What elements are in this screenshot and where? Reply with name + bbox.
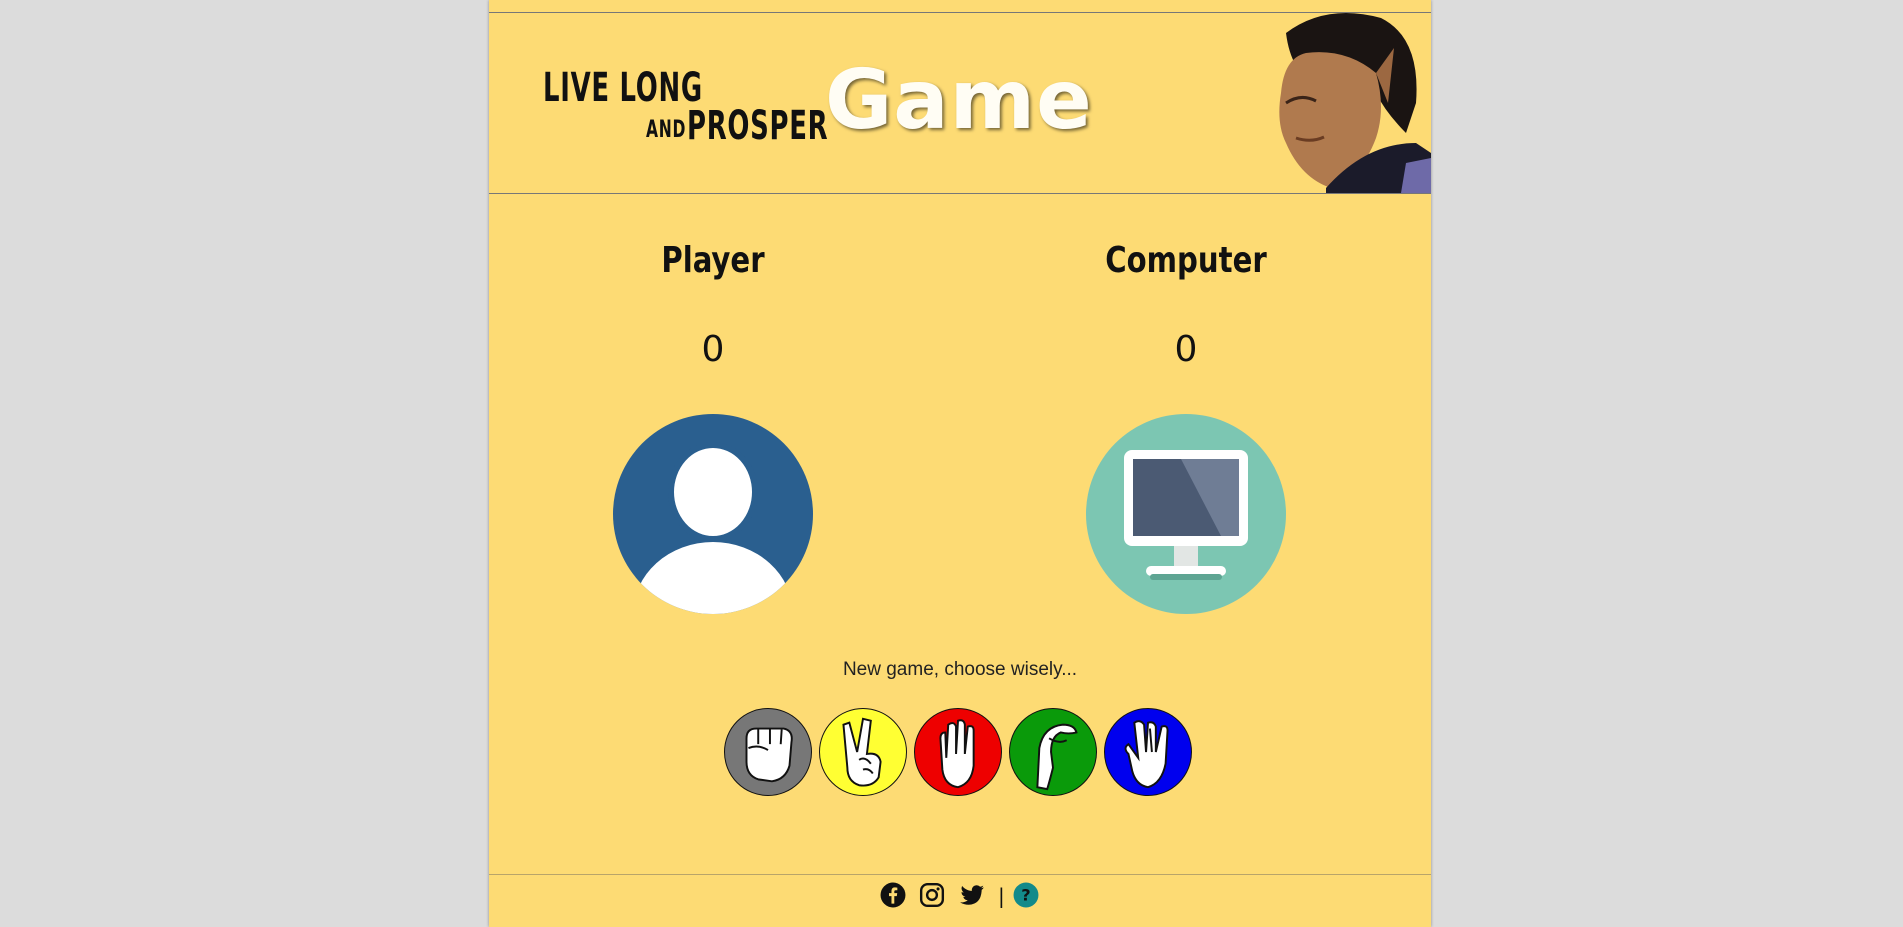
facebook-link[interactable] (880, 882, 906, 908)
twitter-icon (960, 885, 984, 905)
facebook-icon (880, 882, 906, 908)
instagram-icon (919, 882, 945, 908)
game-title: Game (825, 53, 1093, 148)
player-score: 0 (701, 329, 725, 370)
footer-separator: | (998, 884, 1005, 908)
computer-panel: Computer 0 (1036, 240, 1336, 614)
vulcan-salute-icon (1124, 720, 1169, 789)
help-button[interactable]: ? (1013, 882, 1039, 908)
lizard-hand-icon (1036, 723, 1078, 791)
game-page: LIVE LONG AND PROSPER Game Player 0 Comp… (489, 0, 1431, 927)
help-symbol: ? (1021, 885, 1030, 904)
lizard-button[interactable] (1009, 708, 1097, 796)
help-icon: ? (1013, 882, 1039, 908)
player-panel: Player 0 (563, 240, 863, 614)
footer: | ? (489, 882, 1431, 912)
logo-line-1: LIVE LONG (543, 65, 703, 111)
peace-hand-icon (842, 717, 882, 787)
instagram-link[interactable] (919, 882, 945, 908)
spock-portrait (1256, 13, 1431, 193)
footer-divider (489, 874, 1431, 875)
status-message: New game, choose wisely... (842, 659, 1078, 680)
player-avatar-icon (613, 414, 813, 614)
open-hand-icon (939, 719, 975, 789)
logo-and: AND (646, 115, 687, 143)
twitter-link[interactable] (959, 882, 985, 908)
computer-monitor-icon (1086, 414, 1286, 614)
computer-label: Computer (1105, 240, 1267, 281)
paper-button[interactable] (914, 708, 1002, 796)
spock-button[interactable] (1104, 708, 1192, 796)
logo-line-2: PROSPER (687, 103, 829, 149)
scissors-button[interactable] (819, 708, 907, 796)
fist-icon (745, 727, 793, 783)
player-label: Player (661, 240, 765, 281)
computer-score: 0 (1174, 329, 1198, 370)
header: LIVE LONG AND PROSPER Game (489, 13, 1431, 194)
rock-button[interactable] (724, 708, 812, 796)
